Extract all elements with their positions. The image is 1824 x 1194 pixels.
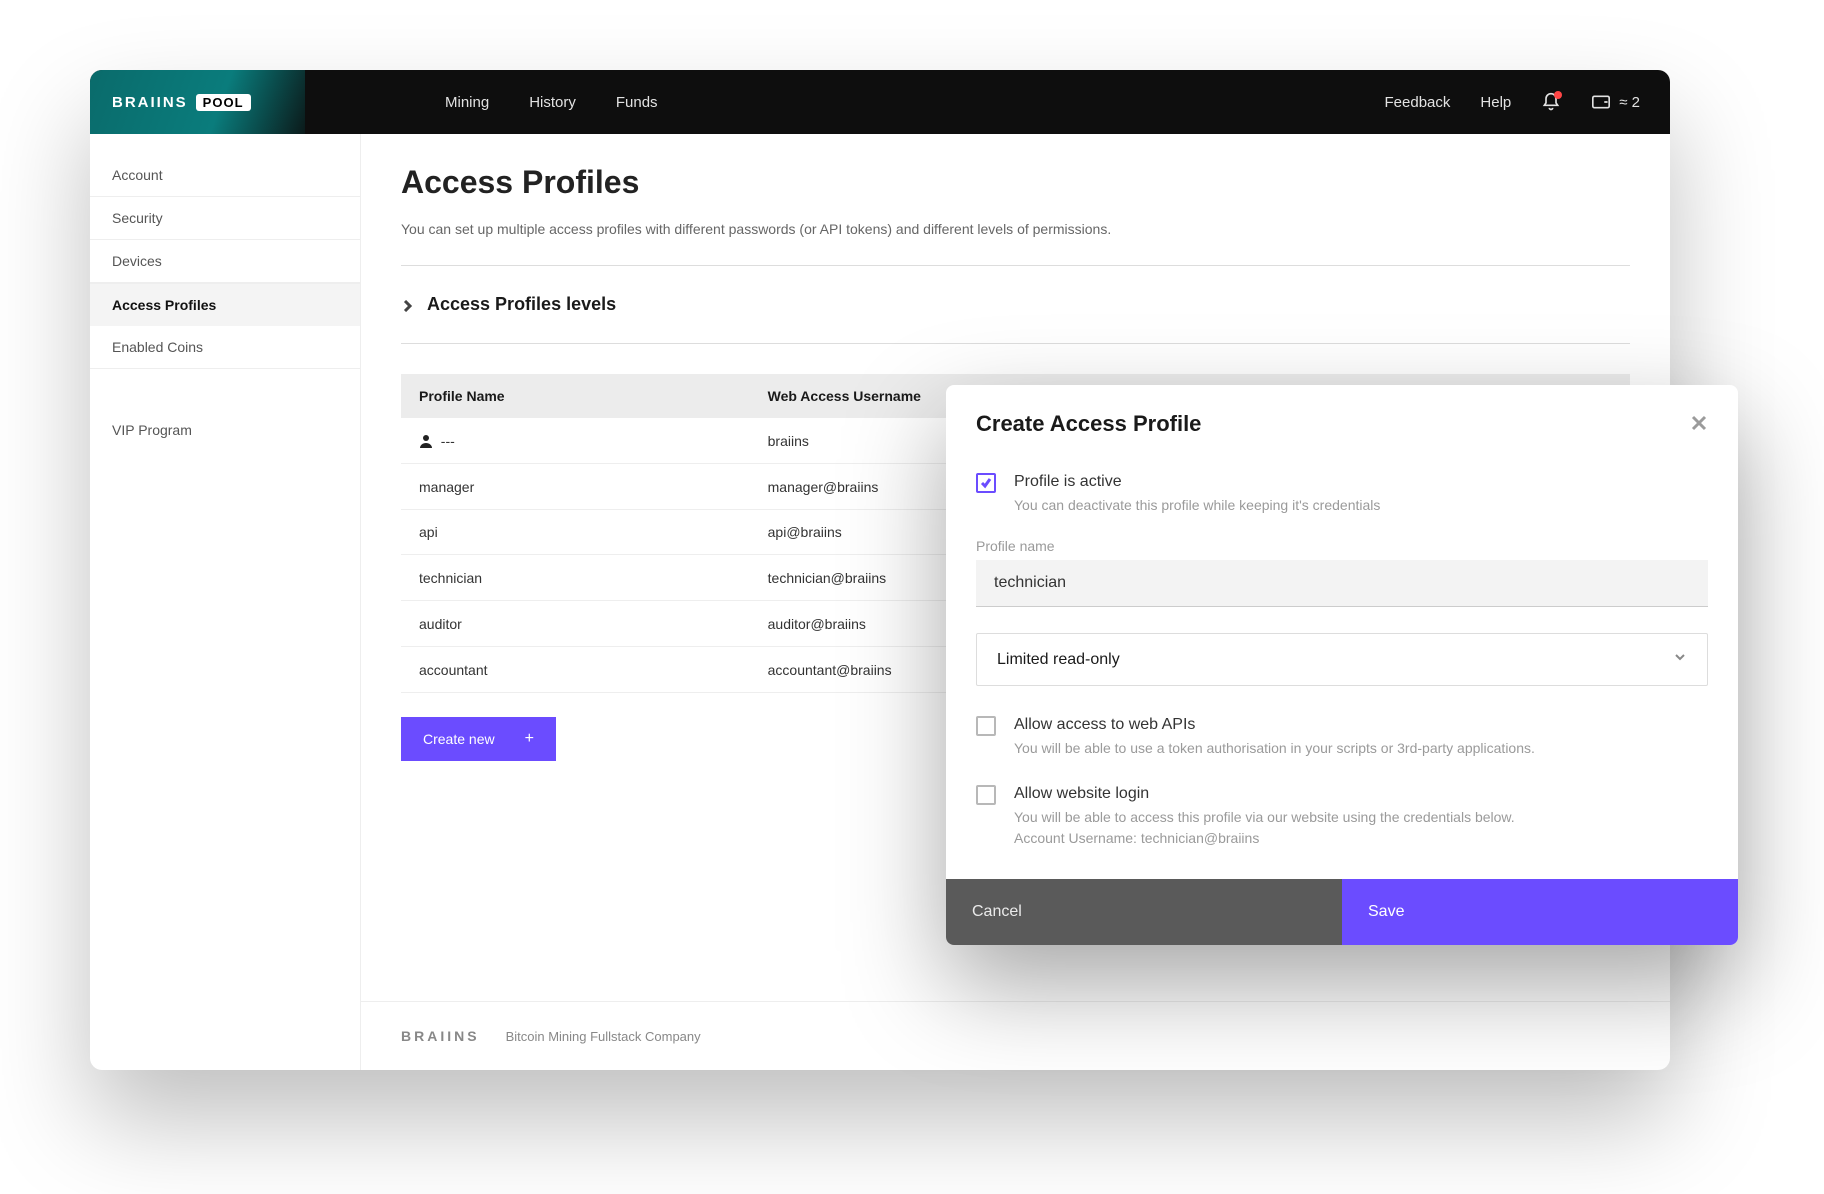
allow-weblogin-label: Allow website login [1014, 785, 1708, 803]
cell-profile-name: accountant [401, 647, 750, 693]
nav-funds[interactable]: Funds [616, 94, 658, 111]
sidebar-item-vip-program[interactable]: VIP Program [90, 409, 360, 451]
profile-name-input[interactable] [976, 560, 1708, 607]
modal-footer: Cancel Save [946, 879, 1738, 945]
access-profiles-levels-expander[interactable]: Access Profiles levels [401, 266, 1630, 344]
cell-profile-name: api [401, 510, 750, 555]
page-title: Access Profiles [401, 164, 1630, 201]
person-icon [419, 434, 433, 448]
chevron-down-icon [1673, 650, 1687, 669]
allow-weblogin-desc1: You will be able to access this profile … [1014, 807, 1708, 828]
balance-value: ≈ 2 [1619, 94, 1640, 111]
plus-icon: + [525, 730, 534, 748]
chevron-right-icon [401, 299, 413, 311]
permission-level-value: Limited read-only [997, 651, 1673, 669]
create-new-button[interactable]: Create new + [401, 717, 556, 761]
cell-profile-name: technician [401, 555, 750, 601]
brand-logo[interactable]: BRAIINS POOL [90, 70, 305, 134]
profile-active-option[interactable]: Profile is active You can deactivate thi… [976, 461, 1708, 516]
sidebar-item-account[interactable]: Account [90, 154, 360, 197]
create-new-label: Create new [423, 731, 495, 747]
footer-brand: BRAIINS [401, 1028, 480, 1044]
allow-api-label: Allow access to web APIs [1014, 716, 1708, 734]
modal-body: Profile is active You can deactivate thi… [946, 447, 1738, 879]
save-button[interactable]: Save [1342, 879, 1738, 945]
cell-profile-name: auditor [401, 601, 750, 647]
cell-profile-name: --- [401, 418, 750, 464]
brand-word: BRAIINS [112, 94, 188, 111]
header-bar: BRAIINS POOL Mining History Funds Feedba… [90, 70, 1670, 134]
sidebar-item-access-profiles[interactable]: Access Profiles [90, 283, 360, 326]
notifications-bell-icon[interactable] [1541, 92, 1561, 112]
sidebar-item-enabled-coins[interactable]: Enabled Coins [90, 326, 360, 369]
checkbox-allow-api[interactable] [976, 716, 996, 736]
balance-chip[interactable]: ≈ 2 [1591, 93, 1640, 111]
modal-header: Create Access Profile [946, 385, 1738, 447]
allow-api-option[interactable]: Allow access to web APIs You will be abl… [976, 704, 1708, 759]
modal-title: Create Access Profile [976, 411, 1690, 437]
col-profile-name: Profile Name [401, 374, 750, 418]
footer-tagline: Bitcoin Mining Fullstack Company [506, 1029, 701, 1044]
nav-mining[interactable]: Mining [445, 94, 489, 111]
sidebar-item-security[interactable]: Security [90, 197, 360, 240]
help-link[interactable]: Help [1480, 94, 1511, 111]
feedback-link[interactable]: Feedback [1385, 94, 1451, 111]
header-right: Feedback Help ≈ 2 [1385, 92, 1640, 112]
close-icon[interactable] [1690, 414, 1708, 435]
footer: BRAIINS Bitcoin Mining Fullstack Company [361, 1001, 1670, 1070]
allow-api-desc: You will be able to use a token authoris… [1014, 738, 1708, 759]
profile-active-label: Profile is active [1014, 473, 1708, 491]
brand-badge: POOL [196, 94, 251, 111]
permission-level-select[interactable]: Limited read-only [976, 633, 1708, 686]
allow-weblogin-option[interactable]: Allow website login You will be able to … [976, 773, 1708, 849]
expander-label: Access Profiles levels [427, 294, 616, 315]
profile-active-desc: You can deactivate this profile while ke… [1014, 495, 1708, 516]
cancel-button[interactable]: Cancel [946, 879, 1342, 945]
checkbox-allow-weblogin[interactable] [976, 785, 996, 805]
sidebar: Account Security Devices Access Profiles… [90, 134, 360, 1070]
profile-name-label: Profile name [976, 538, 1708, 554]
sidebar-item-devices[interactable]: Devices [90, 240, 360, 283]
create-access-profile-modal: Create Access Profile Profile is active … [946, 385, 1738, 945]
nav-history[interactable]: History [529, 94, 576, 111]
checkbox-profile-active[interactable] [976, 473, 996, 493]
top-nav: Mining History Funds [445, 94, 658, 111]
cell-profile-name: manager [401, 464, 750, 510]
page-subtitle: You can set up multiple access profiles … [401, 221, 1630, 266]
allow-weblogin-desc2: Account Username: technician@braiins [1014, 828, 1708, 849]
